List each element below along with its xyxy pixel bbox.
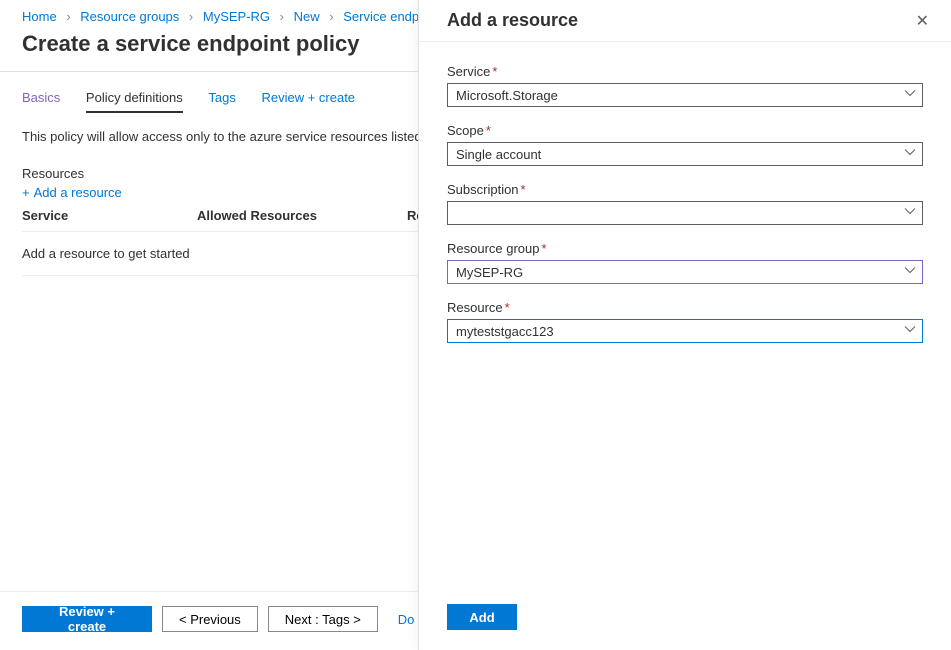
- add-resource-panel: Add a resource ✕ Service* Microsoft.Stor…: [418, 0, 951, 650]
- col-allowed-resources: Allowed Resources: [197, 208, 407, 223]
- tab-policy-definitions[interactable]: Policy definitions: [86, 90, 183, 113]
- chevron-down-icon: [904, 324, 916, 339]
- chevron-right-icon: ›: [280, 9, 284, 24]
- label-resource: Resource*: [447, 300, 923, 315]
- panel-title: Add a resource: [447, 10, 578, 31]
- field-resource: Resource* myteststgacc123: [447, 300, 923, 343]
- field-resource-group: Resource group* MySEP-RG: [447, 241, 923, 284]
- label-service-text: Service: [447, 64, 490, 79]
- field-scope: Scope* Single account: [447, 123, 923, 166]
- service-select[interactable]: Microsoft.Storage: [447, 83, 923, 107]
- plus-icon: +: [22, 185, 30, 200]
- tab-basics[interactable]: Basics: [22, 90, 60, 111]
- previous-button[interactable]: < Previous: [162, 606, 258, 632]
- add-resource-link-label: Add a resource: [34, 185, 122, 200]
- breadcrumb-home[interactable]: Home: [22, 9, 57, 24]
- label-scope-text: Scope: [447, 123, 484, 138]
- label-service: Service*: [447, 64, 923, 79]
- required-asterisk: *: [492, 64, 497, 79]
- download-link[interactable]: Do: [398, 612, 415, 627]
- add-button[interactable]: Add: [447, 604, 517, 630]
- label-resource-group: Resource group*: [447, 241, 923, 256]
- resource-group-select[interactable]: MySEP-RG: [447, 260, 923, 284]
- resource-select[interactable]: myteststgacc123: [447, 319, 923, 343]
- chevron-right-icon: ›: [329, 9, 333, 24]
- label-subscription: Subscription*: [447, 182, 923, 197]
- resource-value: myteststgacc123: [456, 324, 554, 339]
- breadcrumb-mysep-rg[interactable]: MySEP-RG: [203, 9, 270, 24]
- breadcrumb-new[interactable]: New: [294, 9, 320, 24]
- chevron-right-icon: ›: [66, 9, 70, 24]
- scope-value: Single account: [456, 147, 541, 162]
- required-asterisk: *: [505, 300, 510, 315]
- panel-header: Add a resource ✕: [419, 0, 951, 42]
- resource-group-value: MySEP-RG: [456, 265, 523, 280]
- chevron-down-icon: [904, 147, 916, 162]
- required-asterisk: *: [521, 182, 526, 197]
- tab-review-create[interactable]: Review + create: [261, 90, 355, 111]
- tab-tags[interactable]: Tags: [208, 90, 235, 111]
- breadcrumb-service-endpoint[interactable]: Service endpoi: [343, 9, 429, 24]
- panel-footer: Add: [419, 590, 951, 650]
- service-value: Microsoft.Storage: [456, 88, 558, 103]
- required-asterisk: *: [542, 241, 547, 256]
- chevron-down-icon: [904, 206, 916, 221]
- label-resource-text: Resource: [447, 300, 503, 315]
- main-page: Home › Resource groups › MySEP-RG › New …: [0, 0, 951, 650]
- next-tags-button[interactable]: Next : Tags >: [268, 606, 378, 632]
- review-create-button[interactable]: Review + create: [22, 606, 152, 632]
- panel-body: Service* Microsoft.Storage Scope* Single…: [419, 42, 951, 590]
- scope-select[interactable]: Single account: [447, 142, 923, 166]
- label-subscription-text: Subscription: [447, 182, 519, 197]
- col-service: Service: [22, 208, 197, 223]
- chevron-right-icon: ›: [189, 9, 193, 24]
- chevron-down-icon: [904, 88, 916, 103]
- label-resource-group-text: Resource group: [447, 241, 540, 256]
- breadcrumb-resource-groups[interactable]: Resource groups: [80, 9, 179, 24]
- field-service: Service* Microsoft.Storage: [447, 64, 923, 107]
- required-asterisk: *: [486, 123, 491, 138]
- close-icon[interactable]: ✕: [916, 11, 929, 31]
- chevron-down-icon: [904, 265, 916, 280]
- label-scope: Scope*: [447, 123, 923, 138]
- field-subscription: Subscription*: [447, 182, 923, 225]
- subscription-select[interactable]: [447, 201, 923, 225]
